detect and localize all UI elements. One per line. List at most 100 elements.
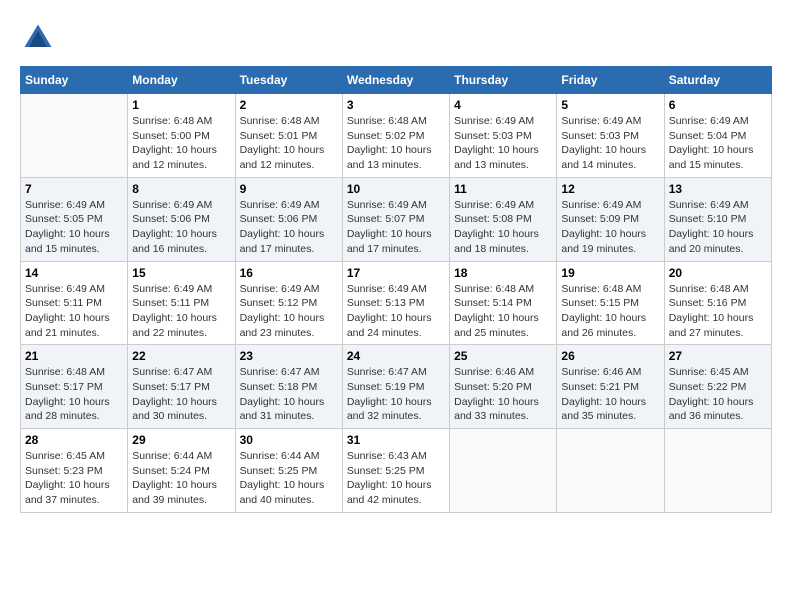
day-number: 14 (25, 266, 123, 280)
calendar-cell: 30Sunrise: 6:44 AMSunset: 5:25 PMDayligh… (235, 429, 342, 513)
day-info: Sunrise: 6:49 AMSunset: 5:13 PMDaylight:… (347, 282, 445, 341)
day-info: Sunrise: 6:49 AMSunset: 5:12 PMDaylight:… (240, 282, 338, 341)
calendar-cell: 1 Sunrise: 6:48 AMSunset: 5:00 PMDaylight… (128, 94, 235, 178)
calendar-week-row: 14 Sunrise: 6:49 AMSunset: 5:11 PMDayligh… (21, 261, 772, 345)
day-number: 19 (561, 266, 659, 280)
day-number: 21 (25, 349, 123, 363)
calendar-cell: 24 Sunrise: 6:47 AMSunset: 5:19 PMDayligh… (342, 345, 449, 429)
calendar-cell: 20Sunrise: 6:48 AMSunset: 5:16 PMDayligh… (664, 261, 771, 345)
day-info: Sunrise: 6:49 AMSunset: 5:03 PMDaylight:… (454, 114, 552, 173)
day-number: 11 (454, 182, 552, 196)
day-info: Sunrise: 6:49 AMSunset: 5:06 PMDaylight:… (132, 198, 230, 257)
day-info: Sunrise: 6:49 AMSunset: 5:06 PMDaylight:… (240, 198, 338, 257)
day-number: 26 (561, 349, 659, 363)
day-info: Sunrise: 6:49 AMSunset: 5:08 PMDaylight:… (454, 198, 552, 257)
day-info: Sunrise: 6:48 AMSunset: 5:15 PMDaylight:… (561, 282, 659, 341)
day-info: Sunrise: 6:48 AMSunset: 5:16 PMDaylight:… (669, 282, 767, 341)
day-number: 6 (669, 98, 767, 112)
calendar-cell: 11 Sunrise: 6:49 AMSunset: 5:08 PMDayligh… (450, 177, 557, 261)
day-info: Sunrise: 6:48 AMSunset: 5:00 PMDaylight:… (132, 114, 230, 173)
weekday-header-tuesday: Tuesday (235, 67, 342, 94)
day-info: Sunrise: 6:45 AMSunset: 5:22 PMDaylight:… (669, 365, 767, 424)
weekday-header-row: SundayMondayTuesdayWednesdayThursdayFrid… (21, 67, 772, 94)
day-info: Sunrise: 6:47 AMSunset: 5:19 PMDaylight:… (347, 365, 445, 424)
day-number: 18 (454, 266, 552, 280)
day-info: Sunrise: 6:49 AMSunset: 5:04 PMDaylight:… (669, 114, 767, 173)
day-number: 16 (240, 266, 338, 280)
weekday-header-sunday: Sunday (21, 67, 128, 94)
calendar-cell: 23 Sunrise: 6:47 AMSunset: 5:18 PMDayligh… (235, 345, 342, 429)
day-number: 1 (132, 98, 230, 112)
day-info: Sunrise: 6:48 AMSunset: 5:17 PMDaylight:… (25, 365, 123, 424)
page-header (20, 20, 772, 56)
weekday-header-thursday: Thursday (450, 67, 557, 94)
day-info: Sunrise: 6:46 AMSunset: 5:20 PMDaylight:… (454, 365, 552, 424)
calendar-cell: 9 Sunrise: 6:49 AMSunset: 5:06 PMDaylight… (235, 177, 342, 261)
day-number: 17 (347, 266, 445, 280)
day-number: 31 (347, 433, 445, 447)
day-info: Sunrise: 6:49 AMSunset: 5:07 PMDaylight:… (347, 198, 445, 257)
calendar-cell: 31 Sunrise: 6:43 AMSunset: 5:25 PMDayligh… (342, 429, 449, 513)
calendar-cell: 22Sunrise: 6:47 AMSunset: 5:17 PMDayligh… (128, 345, 235, 429)
day-info: Sunrise: 6:43 AMSunset: 5:25 PMDaylight:… (347, 449, 445, 508)
calendar-cell: 2Sunrise: 6:48 AMSunset: 5:01 PMDaylight… (235, 94, 342, 178)
calendar-cell: 5 Sunrise: 6:49 AMSunset: 5:03 PMDaylight… (557, 94, 664, 178)
day-number: 8 (132, 182, 230, 196)
calendar-cell: 6 Sunrise: 6:49 AMSunset: 5:04 PMDaylight… (664, 94, 771, 178)
day-number: 15 (132, 266, 230, 280)
calendar-cell: 29 Sunrise: 6:44 AMSunset: 5:24 PMDayligh… (128, 429, 235, 513)
day-number: 29 (132, 433, 230, 447)
day-number: 24 (347, 349, 445, 363)
day-info: Sunrise: 6:49 AMSunset: 5:03 PMDaylight:… (561, 114, 659, 173)
day-number: 5 (561, 98, 659, 112)
calendar-cell: 25 Sunrise: 6:46 AMSunset: 5:20 PMDayligh… (450, 345, 557, 429)
day-info: Sunrise: 6:49 AMSunset: 5:10 PMDaylight:… (669, 198, 767, 257)
calendar-cell (21, 94, 128, 178)
day-info: Sunrise: 6:47 AMSunset: 5:18 PMDaylight:… (240, 365, 338, 424)
calendar-cell: 12 Sunrise: 6:49 AMSunset: 5:09 PMDayligh… (557, 177, 664, 261)
day-number: 28 (25, 433, 123, 447)
calendar: SundayMondayTuesdayWednesdayThursdayFrid… (20, 66, 772, 513)
calendar-cell: 7 Sunrise: 6:49 AMSunset: 5:05 PMDaylight… (21, 177, 128, 261)
day-number: 9 (240, 182, 338, 196)
weekday-header-saturday: Saturday (664, 67, 771, 94)
day-number: 27 (669, 349, 767, 363)
day-info: Sunrise: 6:49 AMSunset: 5:05 PMDaylight:… (25, 198, 123, 257)
calendar-week-row: 21 Sunrise: 6:48 AMSunset: 5:17 PMDayligh… (21, 345, 772, 429)
weekday-header-friday: Friday (557, 67, 664, 94)
calendar-cell: 14Sunrise: 6:49 AMSunset: 5:11 PMDayligh… (21, 261, 128, 345)
day-info: Sunrise: 6:44 AMSunset: 5:25 PMDaylight:… (240, 449, 338, 508)
day-number: 2 (240, 98, 338, 112)
day-info: Sunrise: 6:44 AMSunset: 5:24 PMDaylight:… (132, 449, 230, 508)
calendar-cell: 15 Sunrise: 6:49 AMSunset: 5:11 PMDayligh… (128, 261, 235, 345)
weekday-header-monday: Monday (128, 67, 235, 94)
calendar-cell: 26 Sunrise: 6:46 AMSunset: 5:21 PMDayligh… (557, 345, 664, 429)
day-info: Sunrise: 6:47 AMSunset: 5:17 PMDaylight:… (132, 365, 230, 424)
logo-icon (20, 20, 56, 56)
calendar-cell (664, 429, 771, 513)
calendar-cell: 4 Sunrise: 6:49 AMSunset: 5:03 PMDaylight… (450, 94, 557, 178)
calendar-cell: 8 Sunrise: 6:49 AMSunset: 5:06 PMDaylight… (128, 177, 235, 261)
day-number: 12 (561, 182, 659, 196)
day-info: Sunrise: 6:49 AMSunset: 5:09 PMDaylight:… (561, 198, 659, 257)
day-number: 7 (25, 182, 123, 196)
day-info: Sunrise: 6:48 AMSunset: 5:02 PMDaylight:… (347, 114, 445, 173)
logo (20, 20, 62, 56)
calendar-week-row: 28 Sunrise: 6:45 AMSunset: 5:23 PMDayligh… (21, 429, 772, 513)
day-info: Sunrise: 6:49 AMSunset: 5:11 PMDaylight:… (132, 282, 230, 341)
calendar-cell: 17 Sunrise: 6:49 AMSunset: 5:13 PMDayligh… (342, 261, 449, 345)
day-number: 3 (347, 98, 445, 112)
day-info: Sunrise: 6:45 AMSunset: 5:23 PMDaylight:… (25, 449, 123, 508)
day-info: Sunrise: 6:48 AMSunset: 5:14 PMDaylight:… (454, 282, 552, 341)
weekday-header-wednesday: Wednesday (342, 67, 449, 94)
day-number: 10 (347, 182, 445, 196)
day-info: Sunrise: 6:46 AMSunset: 5:21 PMDaylight:… (561, 365, 659, 424)
day-number: 4 (454, 98, 552, 112)
calendar-cell (557, 429, 664, 513)
day-number: 13 (669, 182, 767, 196)
calendar-cell: 21 Sunrise: 6:48 AMSunset: 5:17 PMDayligh… (21, 345, 128, 429)
day-number: 23 (240, 349, 338, 363)
calendar-week-row: 1 Sunrise: 6:48 AMSunset: 5:00 PMDaylight… (21, 94, 772, 178)
day-number: 25 (454, 349, 552, 363)
calendar-cell (450, 429, 557, 513)
